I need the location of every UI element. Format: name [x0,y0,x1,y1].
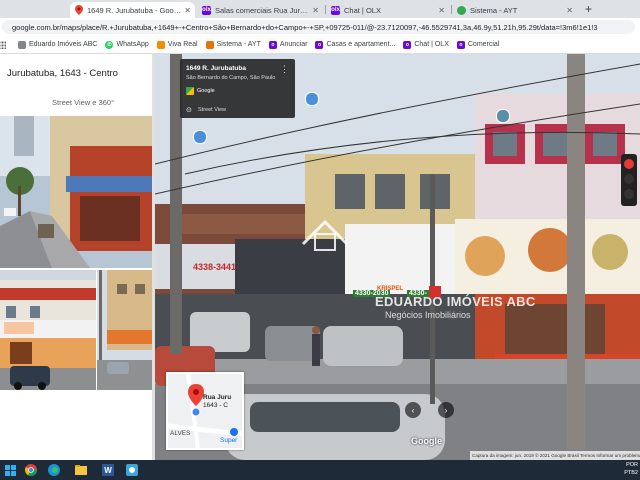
card-city: São Bernardo do Campo, São Paulo [186,75,276,81]
street-view-link[interactable]: Street View e 360° [52,98,114,107]
app-icon[interactable] [125,463,139,477]
close-icon[interactable]: ✕ [566,6,573,15]
street-view-icon: ⊙ [186,107,192,114]
street-view-thumbnail[interactable] [0,116,152,268]
tab-separator [325,5,326,14]
watermark-title: EDUARDO IMÓVEIS ABC [375,294,536,309]
olx-icon: o [268,40,277,49]
bookmark-viva-real[interactable]: Viva Real [156,40,198,49]
bookmark-anunciar[interactable]: o Anunciar [268,40,308,49]
tab-title: Sistema - AYT [470,5,518,15]
place-photo-storefront[interactable] [0,270,96,390]
edge-icon[interactable] [47,463,61,477]
place-panel: Jurubatuba, 1643 - Centro Street View e … [0,54,155,460]
tab-salas-comerciais[interactable]: olx Salas comerciais Rua Jurubatuba ✕ [198,2,323,18]
card-address: 1649 R. Jurubatuba [186,65,246,72]
minimap[interactable]: Rua Juru 1643 - C ALVES Super [166,372,244,450]
url-text: google.com.br/maps/place/R.+Jurubatuba,+… [12,22,598,32]
language-indicator: POR [626,462,638,468]
address-bar: google.com.br/maps/place/R.+Jurubatuba,+… [0,18,640,36]
taskbar: W POR PTB2 [0,460,640,480]
more-options-icon[interactable]: ⋮ [280,64,289,75]
whatsapp-icon: ✆ [105,40,114,49]
olx-icon: olx [202,5,211,15]
close-icon[interactable]: ✕ [312,6,319,15]
olx-icon: o [456,40,465,49]
olx-icon: olx [331,5,340,15]
bookmark-label: Chat | OLX [414,41,449,48]
phone-number-sign-1: 4338-3441 [193,262,237,272]
vivareal-icon [156,40,165,49]
tab-title: Chat | OLX [344,5,381,15]
bookmark-chat-olx[interactable]: o Chat | OLX [403,40,449,49]
ayt-icon [205,40,214,49]
image-credits: Captura da imagem: jun. 2019 © 2021 Goog… [470,451,640,460]
new-tab-button[interactable]: + [585,2,592,16]
tab-separator [451,5,452,14]
bookmark-label: WhatsApp [116,41,149,48]
bookmarks-bar: Eduardo Imóveis ABC ✆ WhatsApp Viva Real… [0,36,640,54]
bookmark-label: Eduardo Imóveis ABC [29,41,98,48]
card-street-view-link[interactable]: Street View [198,107,226,113]
place-title: Jurubatuba, 1643 - Centro [7,68,118,79]
bookmark-label: Anunciar [279,41,308,48]
tab-sistema-ayt[interactable]: Sistema - AYT ✕ [453,2,577,18]
bookmark-comercial[interactable]: o Comercial [456,40,500,49]
keyboard-layout-indicator: PTB2 [624,470,638,476]
file-explorer-icon[interactable] [74,463,88,477]
bookmark-label: Casas e apartament... [326,41,396,48]
green-circle-icon [457,5,466,15]
close-icon[interactable]: ✕ [184,6,191,15]
windows-start-icon[interactable] [3,463,17,477]
google-maps-icon [186,87,194,95]
pin-marker-icon[interactable] [193,130,207,144]
bookmark-whatsapp[interactable]: ✆ WhatsApp [105,40,149,49]
navigate-forward-arrow-icon[interactable]: › [438,402,454,418]
pin-marker-icon[interactable] [496,109,510,123]
google-maps-pin-icon [74,5,83,15]
olx-icon: o [315,40,324,49]
bookmark-label: Viva Real [167,41,198,48]
bookmark-label: Comercial [467,41,500,48]
system-tray[interactable]: POR PTB2 [624,461,638,477]
minimap-place-line2: 1643 - C [203,402,228,409]
card-source: Google [197,88,215,94]
bookmark-casas-apartamentos[interactable]: o Casas e apartament... [315,40,396,49]
page-icon [18,40,26,49]
tab-title: 1649 R. Jurubatuba - Google Maps [87,5,181,15]
chrome-icon[interactable] [24,463,38,477]
url-field[interactable]: google.com.br/maps/place/R.+Jurubatuba,+… [2,20,635,34]
word-icon[interactable]: W [101,463,115,477]
tab-strip: 1649 R. Jurubatuba - Google Maps ✕ olx S… [0,0,640,18]
street-view-address-card: 1649 R. Jurubatuba São Bernardo do Campo… [180,59,295,118]
minimap-place-line1: Rua Juru [203,394,232,401]
navigate-back-arrow-icon[interactable]: ‹ [405,402,421,418]
bookmark-sistema-ayt[interactable]: Sistema - AYT [205,40,261,49]
watermark-subtitle: Negócios Imobiliários [385,310,471,320]
bookmark-label: Sistema - AYT [216,41,261,48]
close-icon[interactable]: ✕ [438,6,445,15]
apps-grid-icon[interactable] [0,40,6,49]
pin-marker-icon[interactable] [305,92,319,106]
tab-google-maps[interactable]: 1649 R. Jurubatuba - Google Maps ✕ [70,2,195,18]
minimap-street-label: ALVES [170,430,191,437]
place-photo-street[interactable] [97,270,155,390]
tab-chat-olx[interactable]: olx Chat | OLX ✕ [327,2,449,18]
olx-icon: o [403,40,412,49]
bookmark-eduardo-imoveis[interactable]: Eduardo Imóveis ABC [18,40,98,49]
google-logo: Google [411,436,442,446]
minimap-store-label: Super [220,437,238,444]
svg-text:W: W [104,466,112,475]
tab-title: Salas comerciais Rua Jurubatuba [215,5,309,15]
